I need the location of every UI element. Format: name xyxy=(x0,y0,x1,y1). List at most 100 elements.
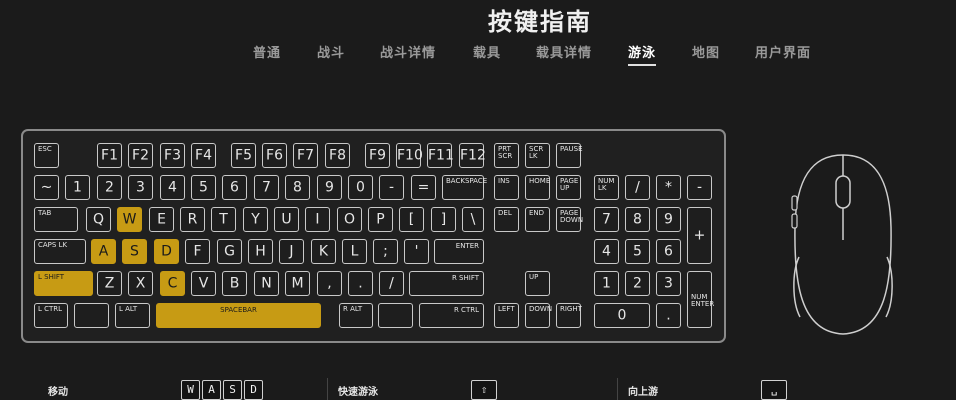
key-f1[interactable]: F1 xyxy=(97,143,122,168)
key-blank[interactable]: - xyxy=(379,175,404,200)
key-del[interactable]: DEL xyxy=(494,207,519,232)
key-2[interactable]: 2 xyxy=(97,175,122,200)
tab-normal[interactable]: 普通 xyxy=(253,42,281,61)
tab-swimming[interactable]: 游泳 xyxy=(628,42,657,66)
key-ins[interactable]: INS xyxy=(494,175,519,200)
key-tab[interactable]: TAB xyxy=(34,207,78,232)
key-left[interactable]: LEFT xyxy=(494,303,519,328)
key-u[interactable]: U xyxy=(274,207,299,232)
key-enter[interactable]: ENTER xyxy=(434,239,484,264)
key-q[interactable]: Q xyxy=(86,207,111,232)
key-f11[interactable]: F11 xyxy=(427,143,454,168)
key-a[interactable]: A xyxy=(91,239,116,264)
key-x[interactable]: X xyxy=(128,271,153,296)
key-f2[interactable]: F2 xyxy=(128,143,153,168)
tab-combat[interactable]: 战斗 xyxy=(317,42,345,61)
key-6[interactable]: 6 xyxy=(222,175,247,200)
key-z[interactable]: Z xyxy=(97,271,122,296)
key-end[interactable]: END xyxy=(525,207,550,232)
key-blank[interactable]: / xyxy=(625,175,650,200)
key-m[interactable]: M xyxy=(285,271,310,296)
key-0[interactable]: 0 xyxy=(348,175,373,200)
key-0[interactable]: 0 xyxy=(594,303,650,328)
tab-user-interface[interactable]: 用户界面 xyxy=(755,42,811,61)
key-blank[interactable]: + xyxy=(687,207,712,264)
key-f6[interactable]: F6 xyxy=(262,143,287,168)
key-blank[interactable]: / xyxy=(379,271,404,296)
key-3[interactable]: 3 xyxy=(128,175,153,200)
key-f[interactable]: F xyxy=(185,239,210,264)
key-home[interactable]: HOME xyxy=(525,175,550,200)
key-f12[interactable]: F12 xyxy=(459,143,486,168)
key-page-up[interactable]: PAGE UP xyxy=(556,175,581,200)
key-b[interactable]: B xyxy=(222,271,247,296)
key-scr-lk[interactable]: SCR LK xyxy=(525,143,550,168)
tab-combat-details[interactable]: 战斗详情 xyxy=(380,42,436,61)
key-blank[interactable]: ] xyxy=(431,207,456,232)
key-f10[interactable]: F10 xyxy=(396,143,423,168)
key-right[interactable]: RIGHT xyxy=(556,303,582,328)
key-blank[interactable]: . xyxy=(348,271,373,296)
key-7[interactable]: 7 xyxy=(254,175,279,200)
key-f5[interactable]: F5 xyxy=(231,143,256,168)
key-r-alt[interactable]: R ALT xyxy=(339,303,373,328)
key-e[interactable]: E xyxy=(149,207,174,232)
key-caps-lk[interactable]: CAPS LK xyxy=(34,239,86,264)
key-spacebar[interactable]: SPACEBAR xyxy=(156,303,321,328)
key-prt-scr[interactable]: PRT SCR xyxy=(494,143,519,168)
key-c[interactable]: C xyxy=(160,271,185,296)
key-r-shift[interactable]: R SHIFT xyxy=(409,271,484,296)
key-4[interactable]: 4 xyxy=(594,239,619,264)
key-esc[interactable]: ESC xyxy=(34,143,59,168)
key-p[interactable]: P xyxy=(368,207,393,232)
key-i[interactable]: I xyxy=(305,207,330,232)
key-f7[interactable]: F7 xyxy=(293,143,318,168)
key-s[interactable]: S xyxy=(122,239,147,264)
key-blank[interactable] xyxy=(378,303,413,328)
key-r[interactable]: R xyxy=(180,207,205,232)
key-d[interactable]: D xyxy=(154,239,179,264)
tab-map[interactable]: 地图 xyxy=(692,42,720,61)
key-page-down[interactable]: PAGE DOWN xyxy=(556,207,583,232)
key-blank[interactable]: [ xyxy=(399,207,424,232)
key-j[interactable]: J xyxy=(279,239,304,264)
key-9[interactable]: 9 xyxy=(317,175,342,200)
key-blank[interactable]: = xyxy=(411,175,436,200)
key-w[interactable]: W xyxy=(117,207,142,232)
key-n[interactable]: N xyxy=(254,271,279,296)
key-blank[interactable]: , xyxy=(317,271,342,296)
key-f8[interactable]: F8 xyxy=(325,143,350,168)
key-k[interactable]: K xyxy=(311,239,336,264)
key-r-ctrl[interactable]: R CTRL xyxy=(419,303,484,328)
key-9[interactable]: 9 xyxy=(656,207,681,232)
key-8[interactable]: 8 xyxy=(625,207,650,232)
key-g[interactable]: G xyxy=(217,239,242,264)
key-up[interactable]: UP xyxy=(525,271,550,296)
key-5[interactable]: 5 xyxy=(625,239,650,264)
key-num-lk[interactable]: NUM LK xyxy=(594,175,619,200)
key-blank[interactable]: ; xyxy=(373,239,398,264)
tab-vehicle[interactable]: 载具 xyxy=(473,42,501,61)
key-4[interactable]: 4 xyxy=(160,175,185,200)
key-l[interactable]: L xyxy=(342,239,367,264)
key-2[interactable]: 2 xyxy=(625,271,650,296)
key-1[interactable]: 1 xyxy=(65,175,90,200)
key-3[interactable]: 3 xyxy=(656,271,681,296)
key-l-shift[interactable]: L SHIFT xyxy=(34,271,93,296)
key-8[interactable]: 8 xyxy=(285,175,310,200)
key-num-enter[interactable]: NUM ENTER xyxy=(687,271,714,328)
key-h[interactable]: H xyxy=(248,239,273,264)
key-v[interactable]: V xyxy=(191,271,216,296)
key-l-ctrl[interactable]: L CTRL xyxy=(34,303,68,328)
key-blank[interactable]: ~ xyxy=(34,175,59,200)
tab-vehicle-details[interactable]: 载具详情 xyxy=(536,42,592,61)
key-blank[interactable]: ' xyxy=(404,239,429,264)
key-6[interactable]: 6 xyxy=(656,239,681,264)
key-down[interactable]: DOWN xyxy=(525,303,552,328)
key-l-alt[interactable]: L ALT xyxy=(115,303,150,328)
key-t[interactable]: T xyxy=(211,207,236,232)
key-blank[interactable]: . xyxy=(656,303,681,328)
key-5[interactable]: 5 xyxy=(191,175,216,200)
key-7[interactable]: 7 xyxy=(594,207,619,232)
key-blank[interactable]: - xyxy=(687,175,712,200)
